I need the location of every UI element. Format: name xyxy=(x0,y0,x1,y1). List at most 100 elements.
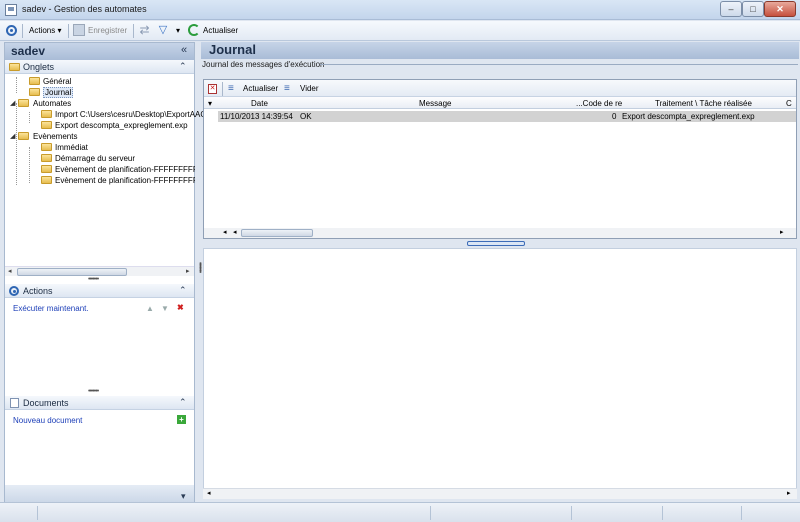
grid-refresh-button[interactable]: Actualiser xyxy=(243,84,278,93)
splitter-grip[interactable]: ••••••• xyxy=(88,388,99,395)
table-row[interactable]: 11/10/2013 14:39:54 OK 0 Export descompt… xyxy=(218,111,796,122)
filter-icon[interactable]: ▽ xyxy=(157,24,169,37)
tabs-section-label: Onglets xyxy=(23,62,55,72)
scroll-right-icon[interactable]: ▸ xyxy=(787,489,791,499)
clear-list-icon: ≡ xyxy=(284,83,290,94)
folder-icon xyxy=(18,99,29,107)
actions-menu-label: Actions xyxy=(29,26,56,35)
column-header-code[interactable]: ...Code de re xyxy=(576,99,622,108)
documents-section-header[interactable]: Documents ⌃ xyxy=(5,396,194,410)
workspace-title: sadev xyxy=(11,44,46,58)
chevron-down-icon[interactable]: ▾ xyxy=(181,491,186,502)
tree-line xyxy=(29,112,30,123)
save-icon xyxy=(73,24,85,36)
refresh-button[interactable]: Actualiser xyxy=(203,24,238,38)
expand-triangle-icon[interactable]: ◢ xyxy=(10,98,15,109)
actions-section-label: Actions xyxy=(23,286,53,296)
status-divider xyxy=(430,506,431,520)
scroll-left-icon[interactable]: ◂ xyxy=(8,267,12,277)
toolbar-separator xyxy=(222,82,223,96)
folder-icon xyxy=(29,88,40,96)
status-divider xyxy=(662,506,663,520)
tree-item-label: Evènement de planification-FFFFFFFFFFF xyxy=(55,165,195,174)
cell-task: Export descompta_expreglement.exp xyxy=(622,112,755,121)
journal-subtitle: Journal des messages d'exécution xyxy=(202,60,325,69)
tree-item-planification[interactable]: Evènement de planification-FFFFFFFFFFF xyxy=(41,175,195,186)
chevron-up-icon[interactable]: ⌃ xyxy=(179,61,187,72)
vertical-splitter-grip[interactable]: ••••••• xyxy=(196,262,203,272)
chevron-up-icon[interactable]: ⌃ xyxy=(179,285,187,296)
window-title: sadev - Gestion des automates xyxy=(22,4,147,14)
tree-item-label: Journal xyxy=(43,87,74,98)
run-now-link[interactable]: Exécuter maintenant. xyxy=(13,304,89,313)
close-button[interactable]: ✕ xyxy=(764,1,796,17)
move-up-icon[interactable]: ▲ xyxy=(146,304,154,313)
save-button[interactable]: Enregistrer xyxy=(88,24,127,38)
column-header-date[interactable]: Date xyxy=(251,99,268,108)
tree-item-label: Export descompta_expreglement.exp xyxy=(55,121,188,130)
add-icon[interactable]: + xyxy=(177,415,186,424)
toolbar-separator xyxy=(68,24,69,38)
document-icon xyxy=(10,398,19,408)
tabs-section-header[interactable]: Onglets ⌃ xyxy=(5,60,194,74)
tree-item-label: Evènement de planification-FFFFFFFFFFF xyxy=(55,176,195,185)
tree-item-planification[interactable]: Evènement de planification-FFFFFFFFFFF xyxy=(41,164,195,175)
page-title: Journal xyxy=(209,42,256,57)
maximize-button[interactable]: □ xyxy=(742,1,764,17)
tree-horizontal-scrollbar[interactable]: ◂ ▸ xyxy=(5,266,194,276)
navigation-panel: sadev « Onglets ⌃ Général Journal ◢ Auto… xyxy=(4,42,206,514)
tree-item-label: Immédiat xyxy=(55,143,88,152)
status-bar xyxy=(0,502,800,522)
tree-item-label: Démarrage du serveur xyxy=(55,154,136,163)
folder-icon xyxy=(41,143,52,151)
detail-horizontal-scrollbar[interactable]: ◂ ▸ xyxy=(203,488,797,499)
expand-triangle-icon[interactable]: ◢ xyxy=(10,131,15,142)
actions-section-header[interactable]: Actions ⌃ xyxy=(5,284,194,298)
tree-line xyxy=(16,77,17,93)
title-bar: sadev - Gestion des automates – □ ✕ xyxy=(0,0,800,20)
new-document-link[interactable]: Nouveau document xyxy=(13,416,82,425)
horizontal-splitter-handle[interactable] xyxy=(467,241,525,246)
toolbar-separator xyxy=(22,24,23,38)
scroll-left-icon[interactable]: ◂ xyxy=(233,228,237,236)
column-header-extra[interactable]: C xyxy=(786,99,792,108)
column-header-message[interactable]: Message xyxy=(419,99,451,108)
tree-item-label: Import C:\Users\cesru\Desktop\ExportAAC xyxy=(55,110,207,119)
tree-line xyxy=(29,147,30,183)
minimize-button[interactable]: – xyxy=(720,1,742,17)
tree-line xyxy=(16,103,17,185)
tree-item-label: Automates xyxy=(33,99,72,108)
close-grid-icon[interactable]: ✕ xyxy=(208,84,217,94)
grid-horizontal-scrollbar[interactable]: ◂ ◂ ▸ xyxy=(204,228,796,238)
column-header-task[interactable]: Traitement \ Tâche réalisée xyxy=(655,99,752,108)
folder-icon xyxy=(41,165,52,173)
actions-circle-icon xyxy=(9,286,19,296)
move-down-icon[interactable]: ▼ xyxy=(161,304,169,313)
scroll-right-icon[interactable]: ▸ xyxy=(780,228,784,236)
grid-header-row: ▾ Date Message ...Code de re Traitement … xyxy=(204,97,796,109)
main-toolbar: Actions ▾ Enregistrer ⇄ ▽ ▾ Actualiser xyxy=(0,21,800,41)
actions-menu[interactable]: Actions ▾ xyxy=(29,24,61,38)
journal-grid: ✕ ≡ Actualiser ≡ Vider ▾ Date Message ..… xyxy=(203,79,797,239)
refresh-icon xyxy=(188,24,200,36)
journal-header: Journal xyxy=(201,42,799,59)
row-selector-arrow-icon: ▾ xyxy=(208,99,213,108)
scrollbar-thumb[interactable] xyxy=(241,229,313,237)
folder-icon xyxy=(18,132,29,140)
collapse-panel-icon[interactable]: « xyxy=(181,44,187,56)
folder-icon xyxy=(41,121,52,129)
scroll-first-icon[interactable]: ◂ xyxy=(223,228,227,236)
scroll-right-icon[interactable]: ▸ xyxy=(186,267,190,277)
status-divider xyxy=(741,506,742,520)
folder-icon xyxy=(41,110,52,118)
chevron-down-icon: ▾ xyxy=(57,26,62,35)
sync-icon[interactable]: ⇄ xyxy=(138,24,151,37)
chevron-up-icon[interactable]: ⌃ xyxy=(179,397,187,408)
filter-dropdown-arrow[interactable]: ▾ xyxy=(176,24,180,38)
clear-button[interactable]: Vider xyxy=(300,84,319,93)
scrollbar-thumb[interactable] xyxy=(17,268,127,276)
scroll-left-icon[interactable]: ◂ xyxy=(207,489,211,499)
delete-icon[interactable]: ✖ xyxy=(177,303,184,312)
splitter-grip[interactable]: ••••••• xyxy=(88,276,99,283)
options-circle-icon[interactable] xyxy=(6,25,17,36)
